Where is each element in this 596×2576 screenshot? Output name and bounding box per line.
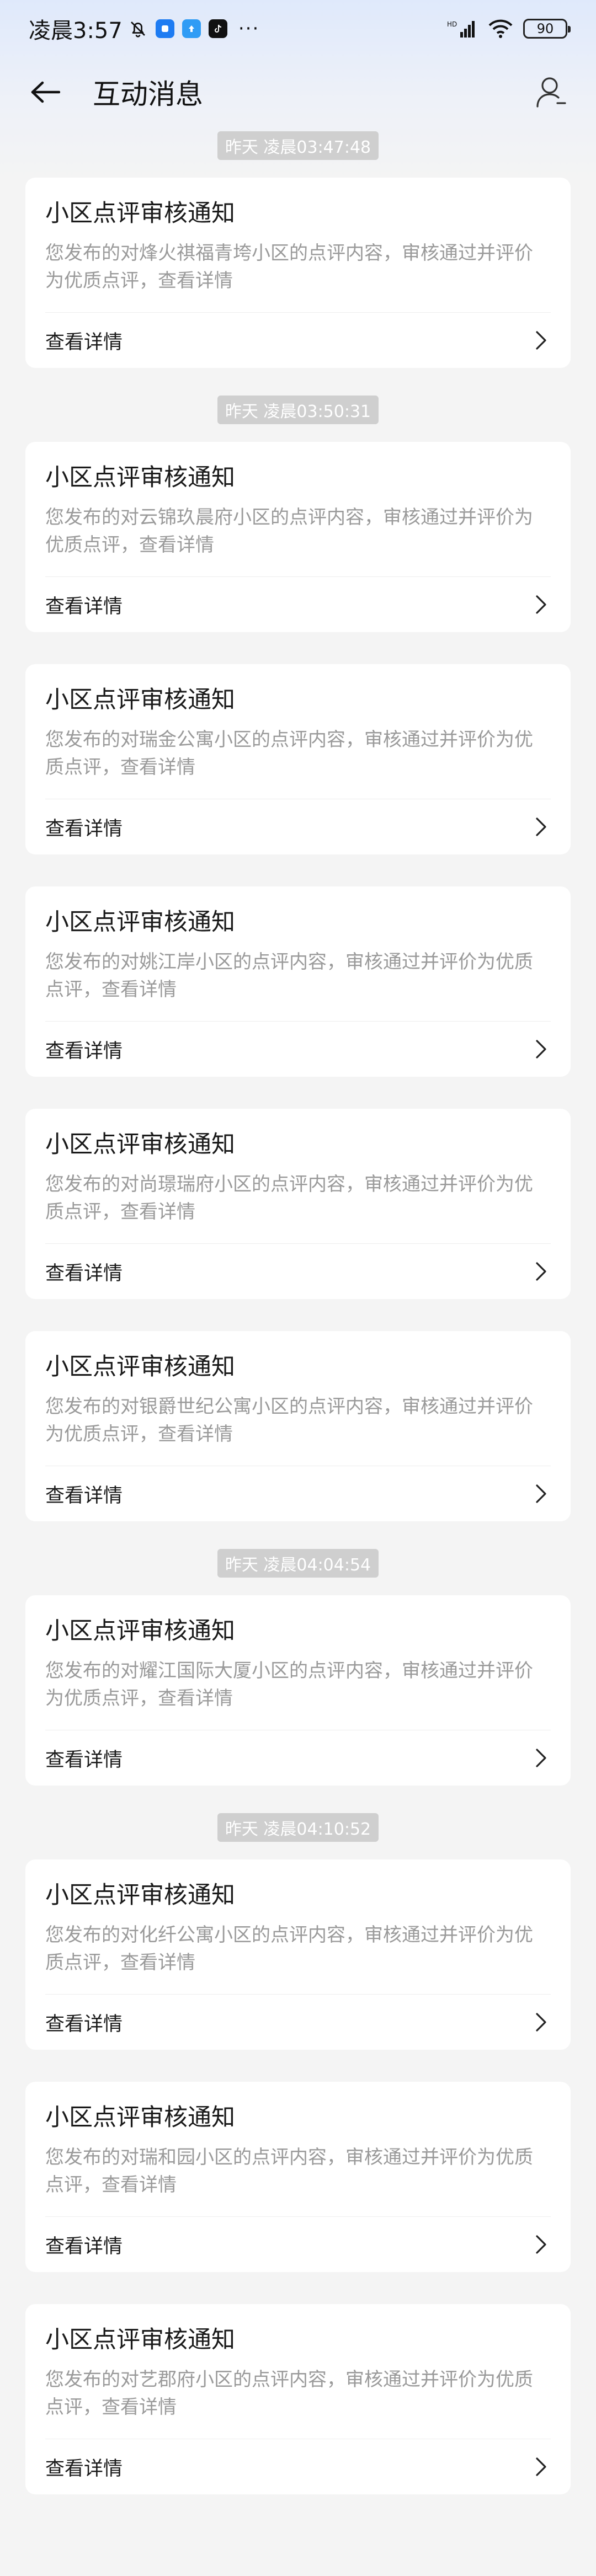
notification-card[interactable]: 小区点评审核通知 您发布的对瑞和园小区的点评内容，审核通过并评价为优质点评，查看… [25,2082,571,2272]
timestamp-chip: 昨天 凌晨04:04:54 [217,1549,379,1578]
screen: 凌晨3:57 ··· HD 90 互动消息 昨天 凌晨03:47:48 小区点评… [0,0,596,2576]
chevron-right-icon [536,1484,546,1503]
message-feed[interactable]: 昨天 凌晨03:47:48 小区点评审核通知 您发布的对烽火祺福青垮小区的点评内… [0,131,596,2494]
notification-desc: 您发布的对尚璟瑞府小区的点评内容，审核通过并评价为优质点评，查看详情 [45,1171,551,1244]
view-detail-row[interactable]: 查看详情 [45,1244,551,1299]
battery-level: 90 [536,21,554,36]
app-upload-icon [182,19,201,38]
notification-card[interactable]: 小区点评审核通知 您发布的对姚江岸小区的点评内容，审核通过并评价为优质点评，查看… [25,886,571,1077]
status-bar: 凌晨3:57 ··· HD 90 [0,0,596,57]
view-detail-label: 查看详情 [45,595,123,618]
view-detail-row[interactable]: 查看详情 [45,1995,551,2050]
timestamp-chip: 昨天 凌晨03:47:48 [217,131,379,160]
view-detail-label: 查看详情 [45,817,123,840]
battery-indicator: 90 [523,19,571,39]
notification-desc: 您发布的对银爵世纪公寓小区的点评内容，审核通过并评价为优质点评，查看详情 [45,1393,551,1466]
user-icon [536,77,566,108]
view-detail-label: 查看详情 [45,2013,123,2035]
notification-card[interactable]: 小区点评审核通知 您发布的对烽火祺福青垮小区的点评内容，审核通过并评价为优质点评… [25,178,571,368]
notification-desc: 您发布的对化纤公寓小区的点评内容，审核通过并评价为优质点评，查看详情 [45,1921,551,1995]
notification-title: 小区点评审核通知 [45,2326,235,2354]
app-notification-icon [155,19,174,38]
view-detail-label: 查看详情 [45,1484,123,1507]
timestamp-chip: 昨天 凌晨04:10:52 [217,1813,379,1842]
notification-title: 小区点评审核通知 [45,1617,235,1645]
nav-bar: 互动消息 [0,57,596,127]
notification-desc: 您发布的对烽火祺福青垮小区的点评内容，审核通过并评价为优质点评，查看详情 [45,239,551,313]
view-detail-row[interactable]: 查看详情 [45,2217,551,2272]
arrow-left-icon [31,81,60,103]
chevron-right-icon [536,331,546,350]
notification-card[interactable]: 小区点评审核通知 您发布的对云锦玖晨府小区的点评内容，审核通过并评价为优质点评，… [25,442,571,632]
status-right: HD 90 [447,19,571,39]
svg-text:HD: HD [447,20,457,28]
chevron-right-icon [536,595,546,614]
bottom-safe-area [0,2559,596,2576]
profile-button[interactable] [530,71,572,113]
bell-off-icon [130,22,145,38]
view-detail-label: 查看详情 [45,331,123,354]
notification-desc: 您发布的对姚江岸小区的点评内容，审核通过并评价为优质点评，查看详情 [45,948,551,1022]
back-button[interactable] [24,71,66,113]
notification-desc: 您发布的对耀江国际大厦小区的点评内容，审核通过并评价为优质点评，查看详情 [45,1657,551,1730]
notification-card[interactable]: 小区点评审核通知 您发布的对尚璟瑞府小区的点评内容，审核通过并评价为优质点评，查… [25,1109,571,1299]
status-icons-left: ··· [128,18,259,40]
view-detail-label: 查看详情 [45,2457,123,2480]
view-detail-row[interactable]: 查看详情 [45,577,551,632]
notification-desc: 您发布的对瑞和园小区的点评内容，审核通过并评价为优质点评，查看详情 [45,2144,551,2217]
signal-icon: HD [447,20,475,38]
view-detail-row[interactable]: 查看详情 [45,1730,551,1786]
notification-title: 小区点评审核通知 [45,2104,235,2131]
notification-title: 小区点评审核通知 [45,1353,235,1381]
notification-title: 小区点评审核通知 [45,464,235,491]
timestamp-chip: 昨天 凌晨03:50:31 [217,396,379,424]
more-status-icon: ··· [238,18,260,40]
notification-title: 小区点评审核通知 [45,200,235,227]
notification-card[interactable]: 小区点评审核通知 您发布的对耀江国际大厦小区的点评内容，审核通过并评价为优质点评… [25,1595,571,1786]
view-detail-row[interactable]: 查看详情 [45,1466,551,1521]
notification-card[interactable]: 小区点评审核通知 您发布的对艺郡府小区的点评内容，审核通过并评价为优质点评，查看… [25,2304,571,2494]
notification-card[interactable]: 小区点评审核通知 您发布的对瑞金公寓小区的点评内容，审核通过并评价为优质点评，查… [25,664,571,854]
notification-title: 小区点评审核通知 [45,908,235,936]
status-time: 凌晨3:57 [29,18,123,44]
notification-desc: 您发布的对云锦玖晨府小区的点评内容，审核通过并评价为优质点评，查看详情 [45,504,551,577]
chevron-right-icon [536,2235,546,2254]
notification-card[interactable]: 小区点评审核通知 您发布的对化纤公寓小区的点评内容，审核通过并评价为优质点评，查… [25,1859,571,2050]
chevron-right-icon [536,1262,546,1281]
view-detail-label: 查看详情 [45,1749,123,1771]
notification-card[interactable]: 小区点评审核通知 您发布的对银爵世纪公寓小区的点评内容，审核通过并评价为优质点评… [25,1331,571,1521]
view-detail-label: 查看详情 [45,2235,123,2258]
notification-title: 小区点评审核通知 [45,686,235,714]
view-detail-label: 查看详情 [45,1262,123,1285]
view-detail-row[interactable]: 查看详情 [45,2439,551,2494]
view-detail-label: 查看详情 [45,1040,123,1062]
view-detail-row[interactable]: 查看详情 [45,1022,551,1077]
page-title: 互动消息 [93,78,203,110]
chevron-right-icon [536,817,546,836]
view-detail-row[interactable]: 查看详情 [45,799,551,854]
chevron-right-icon [536,2457,546,2476]
notification-title: 小区点评审核通知 [45,1882,235,1909]
wifi-icon [488,19,513,38]
notification-title: 小区点评审核通知 [45,1131,235,1158]
view-detail-row[interactable]: 查看详情 [45,313,551,368]
notification-desc: 您发布的对艺郡府小区的点评内容，审核通过并评价为优质点评，查看详情 [45,2366,551,2439]
chevron-right-icon [536,2013,546,2032]
chevron-right-icon [536,1040,546,1059]
chevron-right-icon [536,1749,546,1767]
notification-desc: 您发布的对瑞金公寓小区的点评内容，审核通过并评价为优质点评，查看详情 [45,726,551,799]
tiktok-icon [208,19,227,38]
